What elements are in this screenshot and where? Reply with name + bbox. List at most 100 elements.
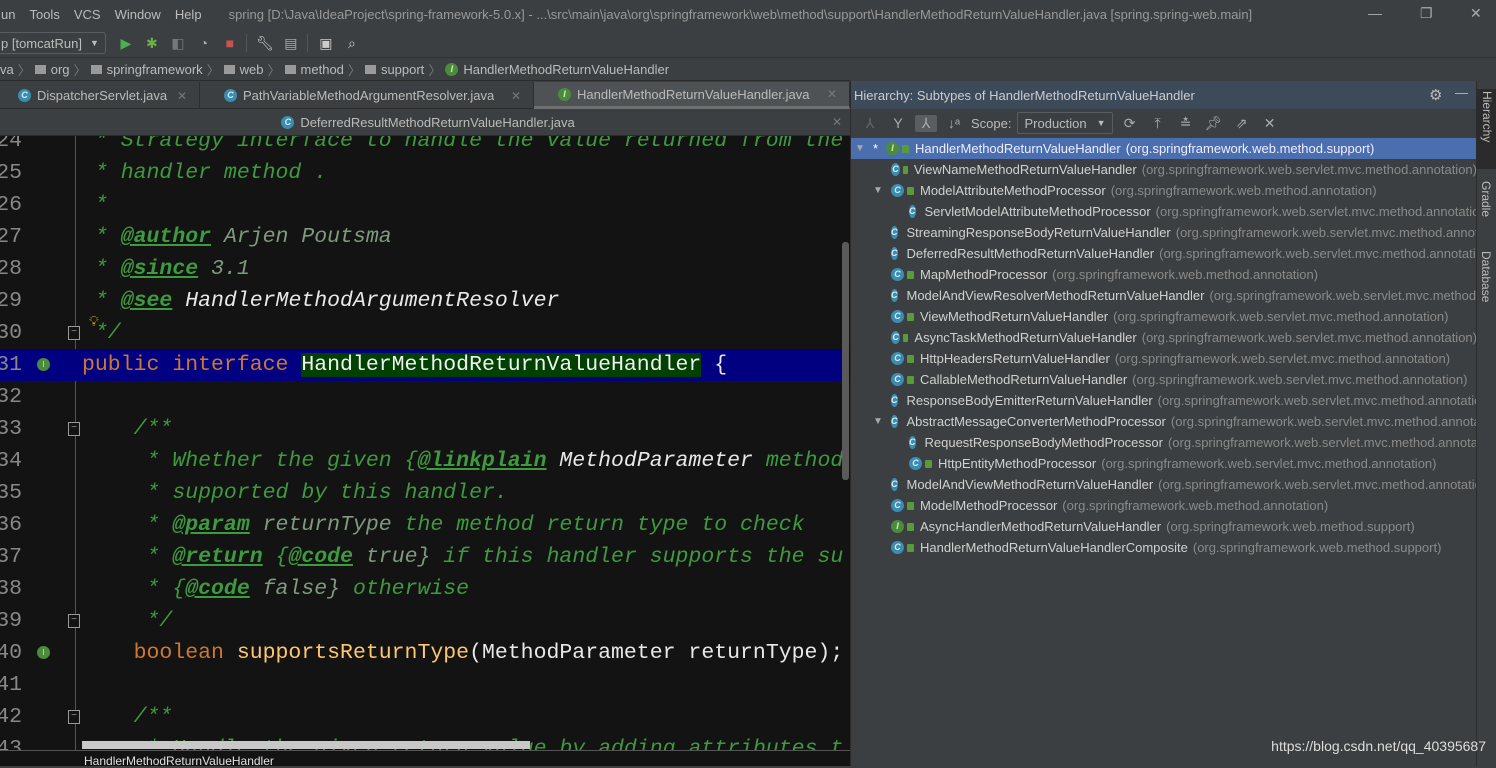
tab-handlermethodreturnvaluehandler[interactable]: I HandlerMethodReturnValueHandler.java ✕ xyxy=(534,82,850,109)
code-editor[interactable]: 24 * Strategy interface to handle the va… xyxy=(0,136,850,750)
side-tab-gradle[interactable]: Gradle xyxy=(1479,181,1493,217)
tab-dispatcherservlet[interactable]: C DispatcherServlet.java ✕ xyxy=(0,82,200,109)
terminal-icon[interactable]: ▣ xyxy=(314,35,338,52)
code-line: 35 * supported by this handler. xyxy=(0,477,850,509)
project-structure-icon[interactable]: ▤ xyxy=(279,35,303,52)
coverage-icon[interactable]: ◧ xyxy=(166,35,190,52)
menu-help[interactable]: Help xyxy=(168,7,209,22)
run-icon[interactable]: ▶ xyxy=(114,35,138,52)
supertypes-icon[interactable]: ⅄ xyxy=(859,115,881,132)
line-number: 25 xyxy=(0,161,22,185)
tree-row[interactable]: C HttpEntityMethodProcessor (org.springfra… xyxy=(851,453,1477,474)
menu-tools[interactable]: Tools xyxy=(22,7,66,22)
scope-select[interactable]: Production ▼ xyxy=(1017,112,1113,134)
sort-alpha-icon[interactable]: ↓ᵃ xyxy=(943,115,965,131)
interface-icon: I xyxy=(891,520,904,533)
tree-row[interactable]: C MapMethodProcessor (org.springframework.… xyxy=(851,264,1477,285)
expand-arrow-icon[interactable]: ▼ xyxy=(873,185,883,196)
tab-pathvariable[interactable]: C PathVariableMethodArgumentResolver.java… xyxy=(200,82,534,109)
close-tab-icon[interactable]: ✕ xyxy=(511,89,521,103)
settings-wrench-icon[interactable]: 🔧︎ xyxy=(253,35,277,52)
search-icon[interactable]: ⌕ xyxy=(340,35,364,52)
stop-icon[interactable]: ■ xyxy=(218,35,242,51)
tree-row[interactable]: C HandlerMethodReturnValueHandlerComposit… xyxy=(851,537,1477,558)
code-token: /** xyxy=(82,417,173,441)
chevron-right-icon: 〉 xyxy=(206,62,220,78)
class-hierarchy-icon[interactable]: Y xyxy=(887,115,909,131)
restore-icon[interactable]: ❐ xyxy=(1420,5,1433,22)
base-on-this-icon[interactable]: ⤒ xyxy=(1147,115,1169,132)
tree-row[interactable]: ▼ C AbstractMessageConverterMethodProcesso… xyxy=(851,411,1477,432)
menu-vcs[interactable]: VCS xyxy=(67,7,108,22)
class-icon: C xyxy=(891,184,904,197)
fold-marker-icon[interactable]: − xyxy=(68,422,80,436)
hierarchy-toolbar: ⅄ Y ⅄ ↓ᵃ Scope: Production ▼ ⟳ ⤒ ≛ 📌︎ ⇗ ✕ xyxy=(851,109,1477,137)
tree-row[interactable]: C ViewNameMethodReturnValueHandler (org.sp… xyxy=(851,159,1477,180)
run-config-select[interactable]: p [tomcatRun] ▼ xyxy=(0,32,106,54)
implemented-gutter-icon[interactable]: I xyxy=(37,358,50,371)
tree-row[interactable]: C ModelAndViewResolverMethodReturnValueHa… xyxy=(851,285,1477,306)
tree-row[interactable]: C ServletModelAttributeMethodProcessor (or… xyxy=(851,201,1477,222)
menu-run[interactable]: un xyxy=(0,7,22,22)
minimize-panel-icon[interactable]: — xyxy=(1455,85,1468,100)
class-icon: C xyxy=(891,331,901,344)
close-icon[interactable]: ✕ xyxy=(1259,115,1281,132)
side-tab-hierarchy[interactable]: Hierarchy xyxy=(1477,89,1496,169)
breadcrumb-item[interactable]: I HandlerMethodReturnValueHandler xyxy=(445,62,669,77)
menu-window[interactable]: Window xyxy=(108,7,168,22)
expand-arrow-icon[interactable]: ▼ xyxy=(873,416,883,427)
expand-arrow-icon[interactable]: ▼ xyxy=(855,143,865,154)
type-name: ServletModelAttributeMethodProcessor xyxy=(924,204,1151,219)
tree-row[interactable]: C ModelMethodProcessor (org.springframewor… xyxy=(851,495,1477,516)
tree-row[interactable]: C ViewMethodReturnValueHandler (org.spring… xyxy=(851,306,1477,327)
export-icon[interactable]: ⇗ xyxy=(1231,115,1253,132)
expand-all-icon[interactable]: ≛ xyxy=(1175,115,1197,132)
breadcrumb-item[interactable]: support xyxy=(364,62,424,77)
tree-row[interactable]: C ModelAndViewMethodReturnValueHandler (or… xyxy=(851,474,1477,495)
gear-icon[interactable]: ⚙ xyxy=(1429,86,1442,104)
refresh-icon[interactable]: ⟳ xyxy=(1119,115,1141,132)
side-tab-database[interactable]: Database xyxy=(1479,251,1493,302)
tree-row[interactable]: C StreamingResponseBodyReturnValueHandler… xyxy=(851,222,1477,243)
package-name: (org.springframework.web.servlet.mvc.met… xyxy=(1167,435,1477,450)
close-tab-icon[interactable]: ✕ xyxy=(827,87,837,101)
implemented-gutter-icon[interactable]: I xyxy=(37,646,50,659)
tree-row[interactable]: C AsyncTaskMethodReturnValueHandler (org.s… xyxy=(851,327,1477,348)
editor-horizontal-scrollbar[interactable] xyxy=(82,741,530,749)
tree-row[interactable]: ▼ * I HandlerMethodReturnValueHandler (org.s… xyxy=(851,138,1477,159)
minimize-icon[interactable]: — xyxy=(1368,5,1382,21)
fold-marker-icon[interactable]: − xyxy=(68,710,80,724)
fold-marker-icon[interactable]: − xyxy=(68,326,80,340)
tab-deferredresult[interactable]: C DeferredResultMethodReturnValueHandler.… xyxy=(263,109,586,136)
breadcrumb-item[interactable]: springframework xyxy=(90,62,203,77)
line-number: 30 xyxy=(0,321,22,345)
class-icon: C xyxy=(891,247,898,260)
debug-icon[interactable]: ✱ xyxy=(140,35,164,52)
tree-row[interactable]: C CallableMethodReturnValueHandler (org.sp… xyxy=(851,369,1477,390)
close-tab-icon[interactable]: ✕ xyxy=(177,89,187,103)
fold-marker-icon[interactable]: − xyxy=(68,614,80,628)
tree-row[interactable]: ▼ C ModelAttributeMethodProcessor (org.spri… xyxy=(851,180,1477,201)
type-name: HttpHeadersReturnValueHandler xyxy=(920,351,1110,366)
tree-row[interactable]: C DeferredResultMethodReturnValueHandler (… xyxy=(851,243,1477,264)
breadcrumb-item[interactable]: va xyxy=(0,62,14,77)
tree-row[interactable]: C RequestResponseBodyMethodProcessor (org.… xyxy=(851,432,1477,453)
chevron-right-icon: 〉 xyxy=(428,62,442,78)
window-title: spring [D:\Java\IdeaProject\spring-frame… xyxy=(228,7,1253,22)
public-access-icon xyxy=(907,501,914,510)
profile-icon[interactable]: ◔ xyxy=(192,35,216,51)
tab-label: DispatcherServlet.java xyxy=(37,88,168,103)
pin-icon[interactable]: 📌︎ xyxy=(1203,115,1225,132)
close-tab-icon[interactable]: ✕ xyxy=(832,115,842,129)
breadcrumb-item[interactable]: web xyxy=(223,62,264,77)
tree-row[interactable]: I AsyncHandlerMethodReturnValueHandler (or… xyxy=(851,516,1477,537)
tree-row[interactable]: C ResponseBodyEmitterReturnValueHandler (o… xyxy=(851,390,1477,411)
breadcrumb-item[interactable]: org xyxy=(34,62,70,77)
breadcrumb-item[interactable]: method xyxy=(284,62,344,77)
lightbulb-icon[interactable]: 💡︎ xyxy=(89,313,99,330)
tree-row[interactable]: C HttpHeadersReturnValueHandler (org.sprin… xyxy=(851,348,1477,369)
close-window-icon[interactable]: ✕ xyxy=(1470,5,1482,22)
subtypes-icon[interactable]: ⅄ xyxy=(915,114,937,132)
editor-vertical-scrollbar[interactable] xyxy=(842,242,849,480)
type-name: HandlerMethodReturnValueHandler xyxy=(915,141,1121,156)
